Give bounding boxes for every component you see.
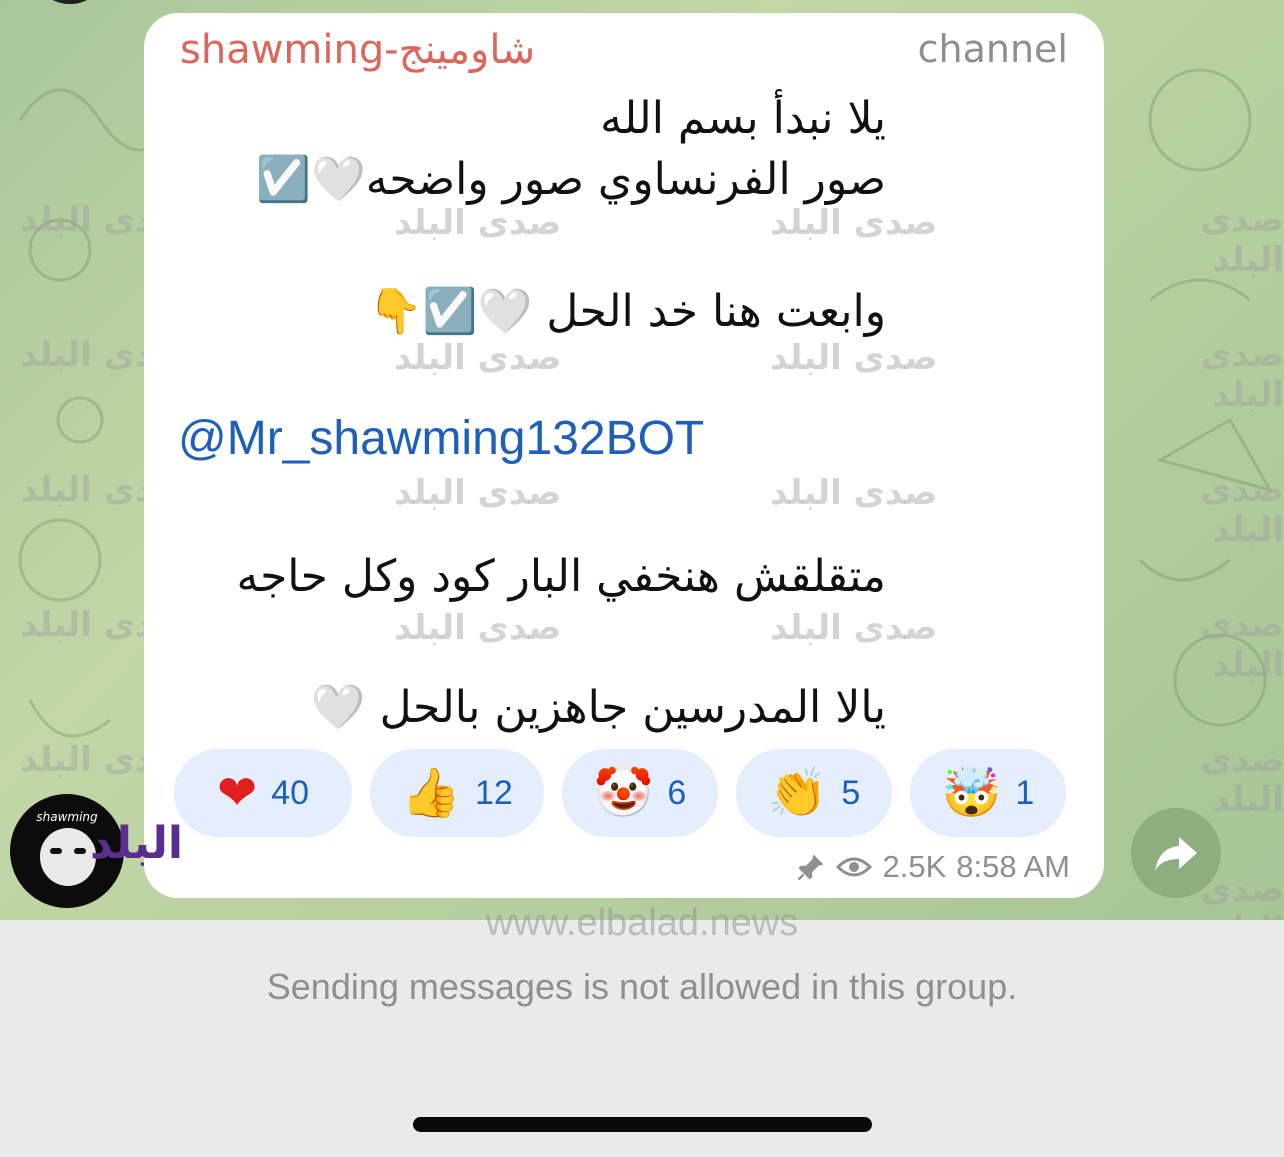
reaction-count: 40	[271, 773, 310, 812]
reaction-count: 5	[841, 773, 861, 812]
site-watermark: www.elbalad.news	[485, 902, 799, 944]
watermark-text: صدى البلد	[770, 473, 938, 513]
watermark-text: صدى البلد	[770, 608, 938, 648]
mask-icon	[40, 828, 96, 886]
reaction-clown[interactable]: 🤡 6	[562, 749, 718, 837]
forward-arrow-icon	[1155, 837, 1197, 871]
reaction-count: 6	[667, 773, 687, 812]
reaction-count: 12	[474, 773, 513, 812]
clapping-hands-icon: 👏	[767, 765, 828, 821]
reaction-heart[interactable]: ❤ 40	[174, 749, 352, 837]
chat-background: صدى البلد صدى البلد صدى البلد صدى البلد …	[0, 0, 1284, 920]
message-line: متقلقش هنخفي البار كود وكل حاجه	[236, 551, 886, 602]
watermark-text: صدى البلد	[394, 608, 562, 648]
share-button[interactable]	[1131, 808, 1221, 898]
thumbs-up-icon: 👍	[401, 765, 461, 821]
clown-face-icon: 🤡	[593, 765, 654, 821]
message-time: 8:58 AM	[956, 849, 1070, 884]
message-line: يالا المدرسين جاهزين بالحل 🤍	[310, 682, 886, 733]
message-line: يلا نبدأ بسم الله	[600, 93, 886, 144]
reaction-count: 1	[1015, 773, 1035, 812]
eye-icon	[836, 857, 873, 877]
reaction-exploding-head[interactable]: 🤯 1	[910, 749, 1066, 837]
message-meta: 2.5K 8:58 AM	[796, 849, 1070, 885]
watermark-text: صدى البلد	[770, 203, 938, 243]
author-signature: channel	[917, 27, 1068, 71]
watermark-text: صدى البلد	[770, 338, 938, 378]
home-indicator[interactable]	[413, 1117, 872, 1132]
message-bubble[interactable]: shawming-شاومينج channel يلا نبدأ بسم ال…	[144, 13, 1104, 898]
watermark-text: صدى البلد	[394, 338, 562, 378]
reactions-row: ❤ 40 👍 12 🤡 6 👏 5 🤯 1	[174, 749, 1066, 837]
watermark-text: صدى البلد	[394, 473, 562, 513]
red-heart-icon: ❤	[216, 765, 258, 821]
elbalad-logo: البلد	[90, 818, 183, 869]
reaction-clap[interactable]: 👏 5	[736, 749, 892, 837]
message-line: وابعت هنا خد الحل 🤍☑️👇	[368, 286, 886, 337]
exploding-head-icon: 🤯	[941, 765, 1002, 821]
message-line: صور الفرنساوي صور واضحه🤍☑️	[256, 154, 886, 205]
reaction-thumbs-up[interactable]: 👍 12	[370, 749, 544, 837]
sender-name[interactable]: shawming-شاومينج	[180, 27, 535, 73]
view-count: 2.5K	[882, 849, 947, 884]
pin-icon	[798, 854, 824, 881]
sending-disabled-notice: Sending messages is not allowed in this …	[266, 966, 1018, 1007]
bot-mention-link[interactable]: @Mr_shawming132BOT	[178, 411, 704, 466]
watermark-text: صدى البلد	[394, 203, 562, 243]
